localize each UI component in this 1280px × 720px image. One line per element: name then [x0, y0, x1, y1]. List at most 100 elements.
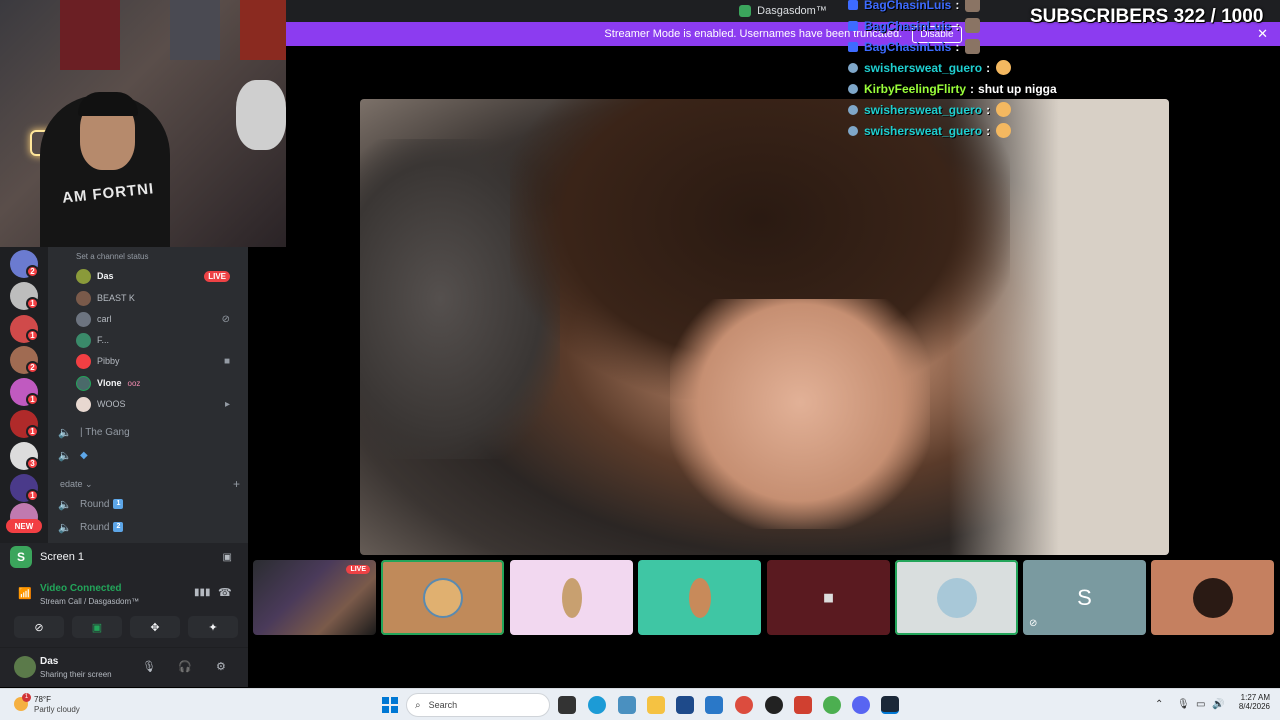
store-icon[interactable]	[676, 696, 694, 714]
windows-start-button[interactable]	[382, 697, 398, 713]
avatar	[76, 396, 91, 412]
settings-gear-icon[interactable]: ⚙	[216, 660, 226, 673]
participant-tile[interactable]	[510, 560, 633, 635]
screen-share-button[interactable]: ▣	[72, 616, 122, 638]
avatar	[76, 268, 91, 284]
soundboard-button[interactable]: ✦	[188, 616, 238, 638]
voice-channel[interactable]: 🔈 Round 2	[58, 517, 238, 537]
microphone-tray-icon[interactable]: 🎙	[1177, 699, 1190, 710]
avatar	[76, 375, 91, 391]
user-panel: Das Sharing their screen 🎙 🎧 ⚙	[0, 647, 248, 687]
live-badge: LIVE	[204, 270, 230, 282]
popout-icon[interactable]: ▣	[223, 552, 232, 563]
speaker-icon: 🔈	[58, 426, 72, 439]
emote-icon	[996, 123, 1012, 138]
participant-tile[interactable]: S ⊘	[1023, 560, 1146, 635]
server-mention-count: 1	[26, 329, 39, 342]
avatar[interactable]	[14, 656, 36, 678]
channel-status-placeholder[interactable]: Set a channel status	[76, 252, 149, 261]
webcam-overlay: AM FORTNI	[0, 0, 286, 247]
badge-icon	[848, 41, 858, 52]
chat-overlay: BagChasinLuis: BagChasinLuis: BagChasinL…	[848, 0, 1108, 141]
playstation-icon: ▸	[224, 398, 230, 410]
discord-icon[interactable]	[852, 696, 870, 714]
task-view-icon[interactable]	[558, 696, 576, 714]
muted-deafened-icon: ⊘	[221, 313, 230, 325]
category-header[interactable]: edate ⌄ +	[60, 477, 240, 491]
participant-tile[interactable]	[1151, 560, 1274, 635]
voice-member[interactable]: WOOS ▸	[76, 394, 240, 414]
voice-member[interactable]: Vlone ooz	[76, 373, 240, 393]
wall-poster	[60, 0, 120, 70]
network-icon[interactable]: ▭	[1196, 699, 1205, 710]
close-icon[interactable]: ✕	[1257, 26, 1268, 42]
participant-tile[interactable]	[895, 560, 1018, 635]
member-name: BEAST K	[97, 293, 135, 303]
weather-temp: 78°F	[34, 695, 51, 704]
stream-video[interactable]	[360, 99, 1169, 555]
badge-icon	[848, 62, 858, 73]
camera-icon: ■	[823, 587, 834, 607]
member-name: F...	[97, 335, 110, 345]
voice-member[interactable]: Pibby ■	[76, 351, 240, 371]
voice-member[interactable]: Das LIVE	[76, 266, 240, 286]
steam-icon[interactable]	[881, 696, 899, 714]
emote-icon	[965, 18, 981, 33]
badge-icon	[848, 20, 858, 31]
chat-text: shut up nigga	[978, 81, 1057, 96]
voice-channel[interactable]: 🔈 | The Gang	[58, 422, 238, 442]
discord-app-icon	[739, 5, 752, 17]
server-mention-count: 1	[26, 297, 39, 310]
edge-icon[interactable]	[588, 696, 606, 714]
add-channel-icon[interactable]: +	[233, 477, 240, 491]
app-icon[interactable]	[794, 696, 812, 714]
screen-share-header[interactable]: S Screen 1 ▣	[10, 546, 240, 568]
voice-channel[interactable]: 🔈 Round 1	[58, 494, 238, 514]
participant-tile[interactable]	[638, 560, 761, 635]
speaker-icon: 🔈	[58, 498, 72, 511]
avatar-initial: S	[1077, 584, 1092, 610]
member-name: Vlone	[97, 378, 122, 388]
chat-message: BagChasinLuis:	[848, 0, 1108, 15]
wall-poster	[240, 0, 286, 60]
participant-tile[interactable]: LIVE	[253, 560, 376, 635]
voice-member[interactable]: F...	[76, 330, 240, 350]
file-explorer-icon[interactable]	[647, 696, 665, 714]
badge-icon	[848, 83, 858, 94]
member-name: carl	[97, 314, 112, 324]
voice-channel-name: Round	[80, 521, 110, 533]
noise-suppression-icon[interactable]: ▮▮▮	[194, 587, 211, 598]
member-status-extra: ooz	[127, 378, 141, 388]
voice-controls: ⊘ ▣ ✥ ✦	[14, 616, 238, 638]
voice-channel-name: Round	[80, 498, 110, 510]
taskbar-search[interactable]: ⌕ Search	[406, 693, 550, 717]
chrome-alt-icon[interactable]	[823, 696, 841, 714]
voice-member[interactable]: carl ⊘	[76, 309, 240, 329]
microphone-icon[interactable]: 🎙	[142, 660, 156, 673]
chevron-up-icon[interactable]: ⌃	[1155, 699, 1163, 710]
call-location[interactable]: Stream Call / Dasgasdom™	[40, 597, 139, 606]
chrome-icon[interactable]	[735, 696, 753, 714]
volume-icon[interactable]: 🔊	[1212, 699, 1224, 710]
participant-tile[interactable]: ■	[767, 560, 890, 635]
activities-button[interactable]: ✥	[130, 616, 180, 638]
disconnect-icon[interactable]: ☎	[218, 586, 232, 599]
avatar	[936, 577, 977, 618]
new-servers-pill[interactable]: NEW	[6, 519, 42, 533]
outlook-icon[interactable]	[705, 696, 723, 714]
voice-channel[interactable]: 🔈 ◆	[58, 445, 238, 465]
copilot-icon[interactable]	[618, 696, 636, 714]
server-mention-count: 1	[26, 489, 39, 502]
participant-tile[interactable]	[381, 560, 504, 635]
server-mention-count: 3	[26, 457, 39, 470]
voice-panel: S Screen 1 ▣ 📶 Video Connected Stream Ca…	[0, 543, 248, 687]
clock[interactable]: 1:27 AM 8/4/2026	[1226, 693, 1270, 711]
emote-icon	[965, 39, 981, 54]
badge-icon	[848, 104, 858, 115]
camera-toggle-button[interactable]: ⊘	[14, 616, 64, 638]
connection-status[interactable]: Video Connected	[40, 583, 122, 594]
voice-member[interactable]: BEAST K	[76, 288, 240, 308]
headphones-icon[interactable]: 🎧	[178, 660, 192, 673]
speaker-icon: 🔈	[58, 449, 72, 462]
obs-icon[interactable]	[765, 696, 783, 714]
